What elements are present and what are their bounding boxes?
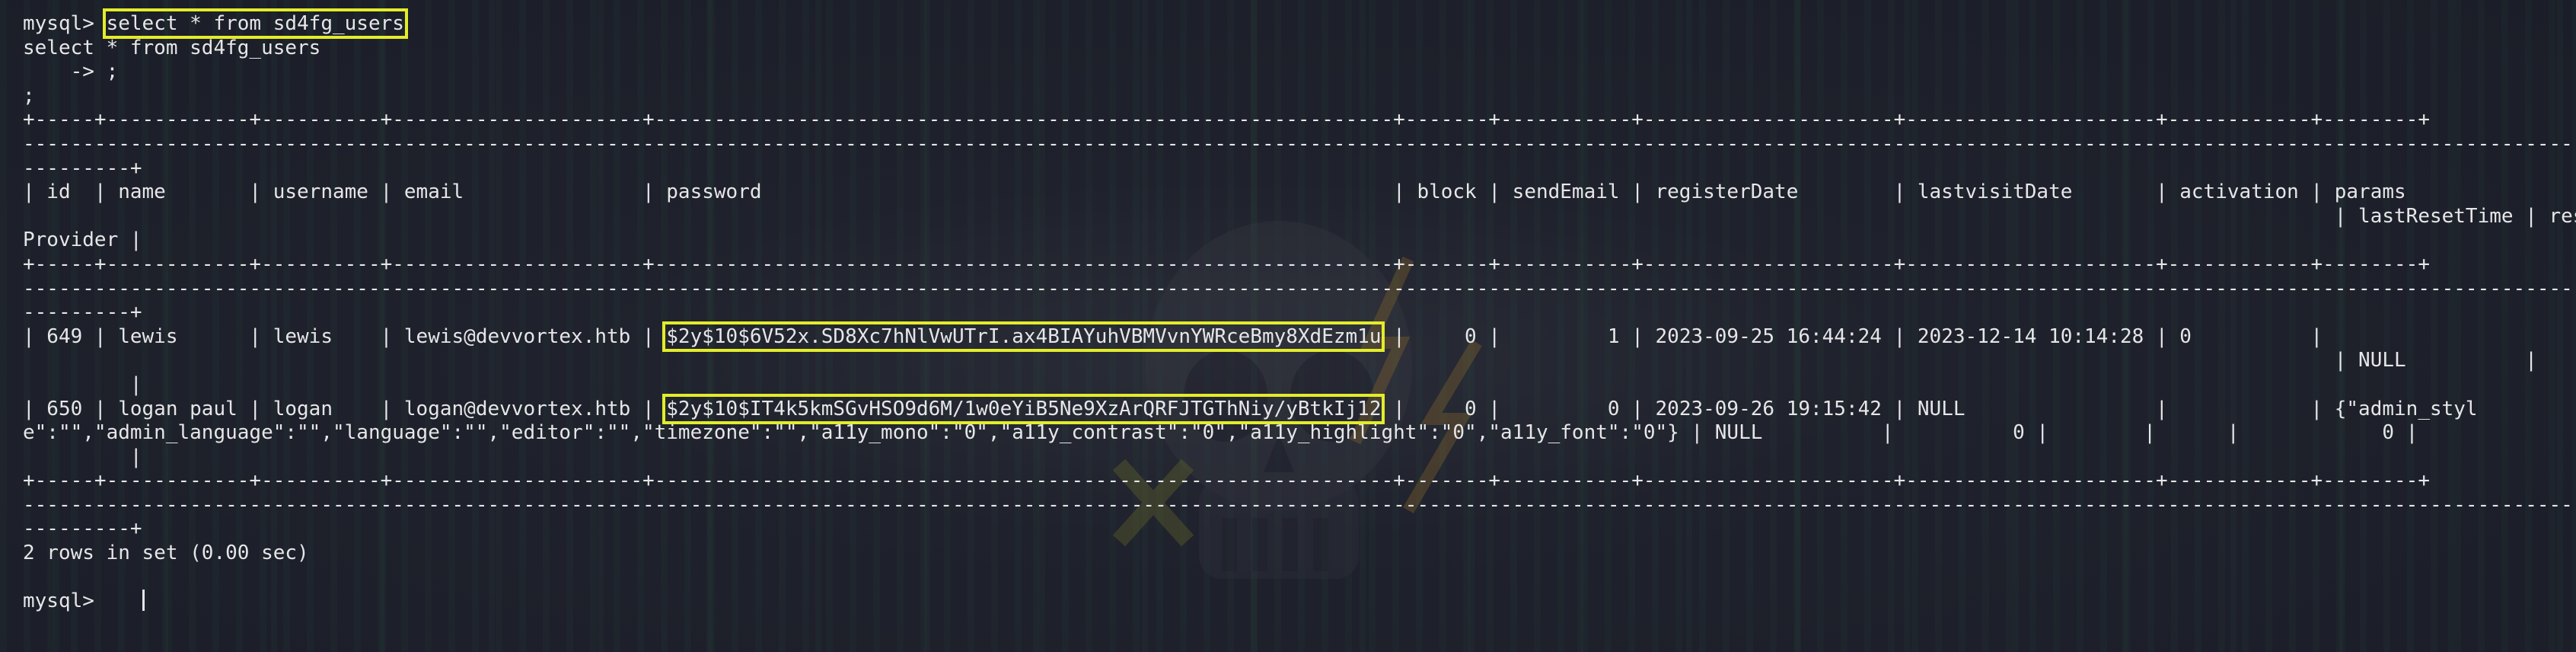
highlighted-command: select * from sd4fg_users <box>102 8 408 39</box>
table-border: ----------------------------------------… <box>23 132 2576 155</box>
table-row: | 650 | logan paul | logan | logan@devvo… <box>23 393 2576 424</box>
terminal-window[interactable]: mysql> select * from sd4fg_users select *… <box>0 0 2576 652</box>
table-border: ----------------------------------------… <box>23 276 2576 300</box>
input-line[interactable]: mysql> <box>23 590 2576 614</box>
row-cells: | 650 | logan paul | logan | logan@devvo… <box>23 397 667 420</box>
password-hash: $2y$10$IT4k5kmSGvHSO9d6M/1w0eYiB5Ne9XzAr… <box>662 393 1385 424</box>
password-hash: $2y$10$6V52x.SD8Xc7hNlVwUTrI.ax4BIAYuhVB… <box>662 321 1385 352</box>
table-header: | id | name | username | email | passwor… <box>23 181 2406 204</box>
table-border: +-----+------------+----------+---------… <box>23 108 2430 132</box>
table-border: +-----+------------+----------+---------… <box>23 252 2430 276</box>
mysql-prompt: mysql> <box>23 590 107 613</box>
echo-line: select * from sd4fg_users <box>23 36 321 59</box>
table-header: Provider | <box>23 229 142 252</box>
table-row: | 649 | lewis | lewis | lewis@devvortex.… <box>23 321 2576 352</box>
row-cells: | 649 | lewis | lewis | lewis@devvortex.… <box>23 324 667 348</box>
table-border: ----------------------------------------… <box>23 493 2576 516</box>
continuation-line: -> ; <box>23 60 119 84</box>
table-row-continuation: | NULL | 0 | | | 0 | <box>2334 349 2537 372</box>
text-cursor[interactable] <box>142 590 145 612</box>
table-header: | lastResetTime | resetCount | otpKey | … <box>2334 204 2576 228</box>
command-line: mysql> select * from sd4fg_users <box>23 8 2576 39</box>
terminal-output: mysql> select * from sd4fg_users select *… <box>23 8 2576 614</box>
mysql-prompt: mysql> <box>23 12 107 35</box>
table-border: +-----+------------+----------+---------… <box>23 469 2430 493</box>
row-cells: | 0 | 1 | 2023-09-25 16:44:24 | 2023-12-… <box>1381 324 2323 348</box>
table-row-continuation: e":"","admin_language":"","language":"",… <box>23 421 2418 445</box>
row-cells: | 0 | 0 | 2023-09-26 19:15:42 | NULL | |… <box>1381 397 2478 420</box>
table-row-continuation: | <box>23 445 142 468</box>
semicolon-line: ; <box>23 84 35 107</box>
table-row-continuation: | <box>23 372 142 396</box>
table-border: ---------+ <box>23 156 142 180</box>
table-border: ---------+ <box>23 301 142 324</box>
table-border: ---------+ <box>23 517 142 541</box>
result-summary: 2 rows in set (0.00 sec) <box>23 542 309 565</box>
